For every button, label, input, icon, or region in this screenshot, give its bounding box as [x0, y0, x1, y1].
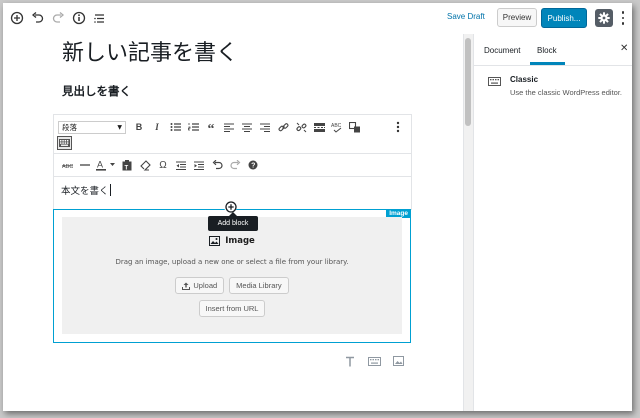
classic-more-icon[interactable]	[389, 118, 407, 136]
align-right-icon[interactable]	[256, 118, 274, 136]
media-library-button[interactable]: Media Library	[229, 277, 289, 294]
editor-scrollbar[interactable]	[463, 34, 473, 411]
bullet-list-icon[interactable]	[166, 118, 184, 136]
quick-inserter	[343, 355, 405, 367]
heading-block[interactable]: 見出しを書く	[62, 83, 131, 99]
upload-button[interactable]: Upload	[175, 277, 225, 294]
preview-button[interactable]: Preview	[497, 8, 537, 27]
align-center-icon[interactable]	[238, 118, 256, 136]
body-text-content: 本文を書く	[61, 186, 109, 197]
post-title[interactable]: 新しい記事を書く	[62, 35, 238, 67]
image-icon	[209, 236, 221, 246]
block-card-title: Classic	[510, 75, 539, 84]
link-icon[interactable]	[274, 118, 292, 136]
block-navigation-icon[interactable]	[91, 10, 107, 26]
horizontal-line-icon[interactable]	[76, 156, 94, 174]
tab-document[interactable]: Document	[484, 46, 520, 55]
paste-text-icon[interactable]: T	[118, 156, 136, 174]
toolbar-toggle-icon[interactable]	[346, 118, 364, 136]
redo-icon[interactable]	[50, 10, 66, 26]
outdent-icon[interactable]	[172, 156, 190, 174]
undo-icon[interactable]	[29, 10, 45, 26]
svg-text:ABC: ABC	[331, 123, 342, 129]
svg-text:?: ?	[251, 163, 255, 170]
format-select-value: 段落	[62, 122, 77, 132]
keyboard-icon	[488, 77, 501, 86]
text-color-icon[interactable]: A	[94, 156, 118, 174]
classic-divider	[54, 176, 411, 177]
scrollbar-thumb[interactable]	[465, 38, 471, 126]
keyboard-insert-icon[interactable]	[367, 355, 381, 367]
info-icon[interactable]	[71, 10, 87, 26]
editor-canvas: 新しい記事を書く 見出しを書く 段落 ▼ B I “ ABC ABC A T Ω…	[3, 34, 463, 411]
spellcheck-icon[interactable]: ABC	[328, 118, 346, 136]
undo-classic-icon[interactable]	[208, 156, 226, 174]
editor-window: Save Draft Preview Publish... 新しい記事を書く 見…	[3, 3, 632, 411]
format-select[interactable]: 段落 ▼	[58, 120, 126, 134]
classic-toolbar-row-1: 段落 ▼ B I “ ABC	[54, 116, 411, 138]
add-block-icon[interactable]	[9, 10, 25, 26]
insert-url-row: Insert from URL	[62, 300, 402, 317]
save-draft-button[interactable]: Save Draft	[447, 12, 485, 21]
clear-formatting-icon[interactable]	[136, 156, 154, 174]
placeholder-title-text: Image	[225, 236, 255, 246]
read-more-icon[interactable]	[310, 118, 328, 136]
keyboard-toggle-icon[interactable]	[57, 136, 72, 150]
special-character-icon[interactable]: Ω	[154, 156, 172, 174]
blockquote-icon[interactable]: “	[202, 118, 220, 137]
strikethrough-icon[interactable]: ABC	[58, 156, 76, 174]
insert-from-url-button[interactable]: Insert from URL	[198, 300, 266, 317]
placeholder-instructions: Drag an image, upload a new one or selec…	[115, 258, 349, 266]
chevron-down-icon: ▼	[117, 123, 122, 131]
classic-toolbar-row-2: ABC A T Ω ?	[54, 153, 411, 176]
tab-block[interactable]: Block	[537, 46, 557, 55]
image-placeholder: Image Drag an image, upload a new one or…	[62, 217, 402, 334]
svg-text:T: T	[125, 165, 129, 171]
bold-icon[interactable]: B	[130, 118, 148, 136]
align-left-icon[interactable]	[220, 118, 238, 136]
italic-icon[interactable]: I	[148, 118, 166, 136]
plus-circle-icon	[224, 200, 237, 213]
svg-text:ABC: ABC	[62, 164, 73, 169]
numbered-list-icon[interactable]	[184, 118, 202, 136]
more-options-icon[interactable]	[618, 10, 628, 26]
settings-button[interactable]	[595, 9, 613, 27]
redo-classic-icon[interactable]	[226, 156, 244, 174]
paragraph-insert-icon[interactable]	[343, 355, 357, 367]
gear-icon	[598, 12, 610, 24]
block-card-description: Use the classic WordPress editor.	[510, 88, 622, 97]
settings-sidebar: Document Block ✕ Classic Use the classic…	[473, 34, 632, 411]
header-toolbar: Save Draft Preview Publish...	[3, 3, 632, 35]
close-icon[interactable]: ✕	[620, 43, 628, 54]
indent-icon[interactable]	[190, 156, 208, 174]
classic-body-text[interactable]: 本文を書く	[61, 183, 111, 197]
help-icon[interactable]: ?	[244, 156, 262, 174]
placeholder-buttons: Upload Media Library	[62, 277, 402, 294]
placeholder-title: Image	[62, 236, 402, 246]
unlink-icon[interactable]	[292, 118, 310, 136]
sidebar-tabs: Document Block ✕	[474, 34, 632, 66]
publish-button[interactable]: Publish...	[541, 8, 587, 28]
upload-icon	[182, 282, 191, 290]
upload-label: Upload	[193, 281, 218, 290]
svg-text:A: A	[97, 160, 103, 170]
active-tab-indicator	[530, 62, 565, 65]
text-cursor	[109, 184, 111, 196]
add-block-tooltip: Add block	[208, 212, 258, 231]
image-insert-icon[interactable]	[391, 355, 405, 367]
